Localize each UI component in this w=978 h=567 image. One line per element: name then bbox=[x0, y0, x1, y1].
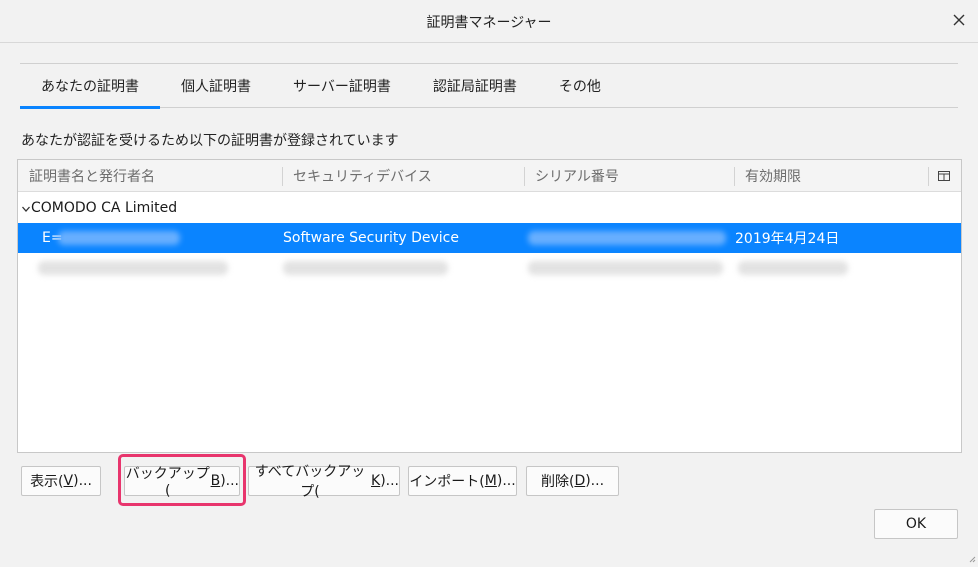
delete-button-label: 削除( bbox=[540, 474, 575, 490]
redacted-serial bbox=[528, 231, 726, 245]
column-header-name[interactable]: 証明書名と発行者名 bbox=[18, 160, 282, 192]
tab-bar: あなたの証明書 個人証明書 サーバー証明書 認証局証明書 その他 bbox=[20, 63, 958, 109]
resize-grip-icon[interactable] bbox=[968, 551, 976, 563]
access-key: M bbox=[484, 473, 497, 489]
access-key: B bbox=[210, 473, 221, 489]
redacted-email bbox=[58, 231, 180, 245]
import-button[interactable]: インポート(M)... bbox=[408, 466, 517, 496]
table-row[interactable] bbox=[18, 253, 961, 283]
view-button[interactable]: 表示(V)... bbox=[21, 466, 101, 496]
tab-authorities[interactable]: 認証局証明書 bbox=[412, 64, 538, 108]
tab-servers[interactable]: サーバー証明書 bbox=[272, 64, 412, 108]
access-key: D bbox=[574, 473, 586, 489]
delete-button[interactable]: 削除(D)... bbox=[526, 466, 619, 496]
tab-people[interactable]: 個人証明書 bbox=[160, 64, 272, 108]
column-splitter[interactable] bbox=[928, 167, 929, 186]
tab-label: その他 bbox=[558, 79, 601, 95]
redacted-device bbox=[283, 261, 448, 275]
close-icon[interactable] bbox=[948, 9, 970, 31]
tab-label: あなたの証明書 bbox=[41, 79, 139, 95]
tab-label: サーバー証明書 bbox=[293, 79, 391, 95]
chevron-down-icon[interactable] bbox=[21, 202, 31, 212]
import-button-suffix: )... bbox=[496, 473, 516, 489]
delete-button-suffix: )... bbox=[585, 473, 605, 489]
tab-label: 個人証明書 bbox=[181, 79, 251, 95]
view-button-label: 表示( bbox=[30, 474, 64, 490]
description-text: あなたが認証を受けるため以下の証明書が登録されています bbox=[21, 133, 399, 149]
tab-label: 認証局証明書 bbox=[432, 79, 517, 95]
redacted-expires bbox=[738, 261, 848, 275]
backup-all-button-label: すべてバックアップ( bbox=[254, 464, 366, 500]
ok-button[interactable]: OK bbox=[874, 509, 958, 539]
import-button-label: インポート( bbox=[409, 474, 485, 490]
backup-button[interactable]: バックアップ(B)... bbox=[124, 466, 240, 499]
view-button-suffix: )... bbox=[73, 473, 92, 489]
cert-device: Software Security Device bbox=[283, 230, 459, 246]
cert-expires: 2019年4月24日 bbox=[735, 231, 840, 247]
redacted-name bbox=[38, 261, 228, 275]
column-picker-icon[interactable] bbox=[937, 169, 951, 183]
backup-button-suffix: )... bbox=[220, 473, 239, 489]
tree-group-row[interactable]: COMODO CA Limited bbox=[18, 193, 961, 223]
group-label: COMODO CA Limited bbox=[31, 200, 178, 216]
column-header-expires[interactable]: 有効期限 bbox=[734, 160, 928, 192]
backup-button-label: バックアップ( bbox=[125, 466, 210, 499]
title-bar: 証明書マネージャー bbox=[0, 0, 978, 43]
table-row-selected[interactable]: E= Software Security Device 2019年4月24日 bbox=[18, 223, 961, 253]
table-header: 証明書名と発行者名 セキュリティデバイス シリアル番号 有効期限 bbox=[18, 160, 961, 192]
column-header-serial[interactable]: シリアル番号 bbox=[524, 160, 734, 192]
access-key: V bbox=[63, 473, 74, 489]
tab-others[interactable]: その他 bbox=[538, 64, 622, 108]
access-key: K bbox=[371, 473, 381, 489]
window-title: 証明書マネージャー bbox=[426, 15, 552, 31]
certificate-tree[interactable]: 証明書名と発行者名 セキュリティデバイス シリアル番号 有効期限 COMODO … bbox=[17, 159, 962, 453]
column-header-device[interactable]: セキュリティデバイス bbox=[282, 160, 524, 192]
redacted-serial bbox=[528, 261, 723, 275]
tab-your-certificates[interactable]: あなたの証明書 bbox=[20, 64, 160, 109]
backup-all-button-suffix: )... bbox=[380, 473, 399, 489]
backup-all-button[interactable]: すべてバックアップ( K)... bbox=[248, 464, 400, 500]
